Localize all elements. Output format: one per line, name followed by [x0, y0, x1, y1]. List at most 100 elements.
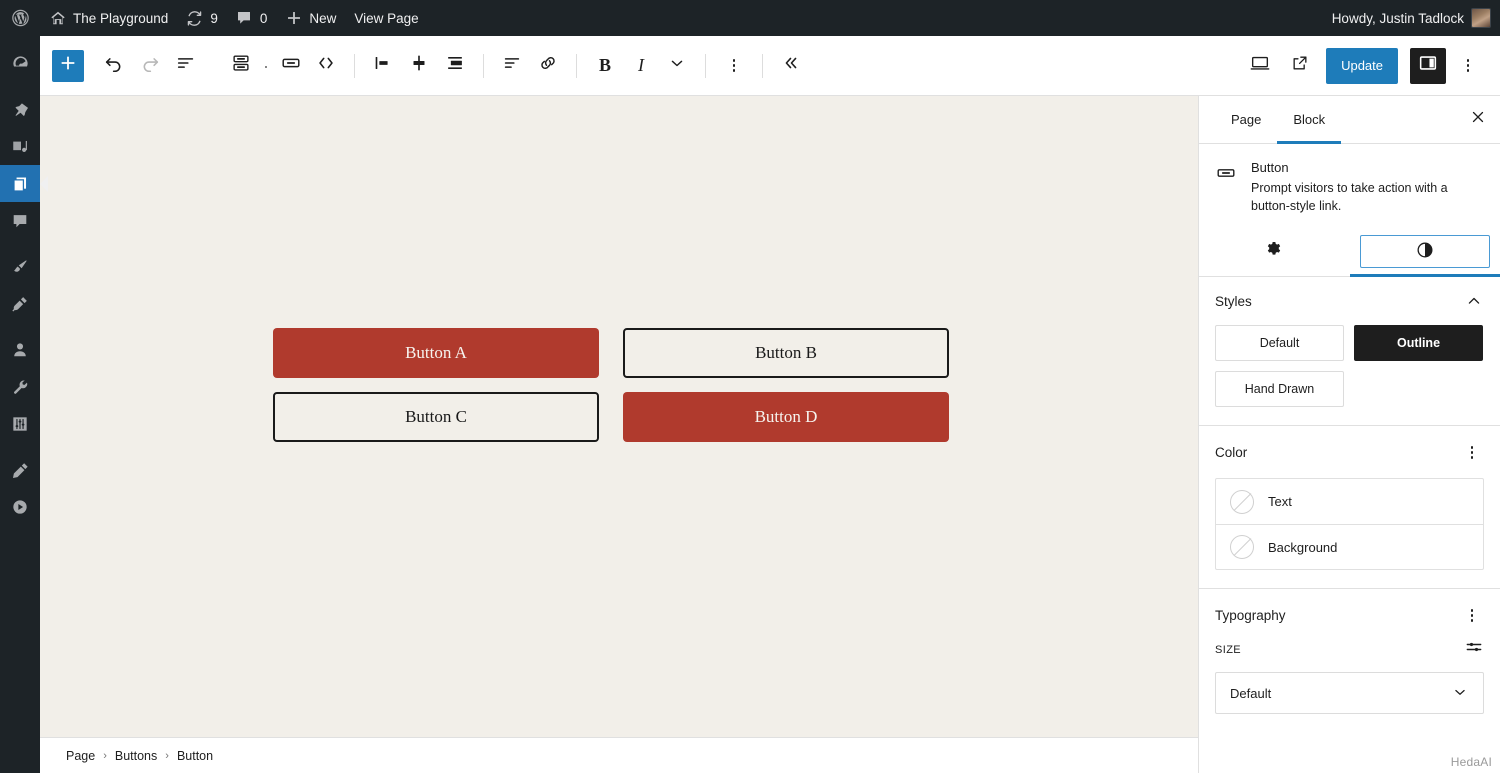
style-variation-default[interactable]: Default [1215, 325, 1344, 361]
chevron-up-icon[interactable] [1464, 291, 1484, 311]
plug-icon [11, 295, 29, 313]
editor-canvas[interactable]: Button A Button B Button C Button D [40, 96, 1198, 773]
color-row-text[interactable]: Text [1216, 479, 1483, 524]
menu-spacer [0, 322, 40, 331]
site-name-button[interactable]: The Playground [40, 0, 177, 36]
link-icon [537, 52, 559, 79]
block-card-text: Button Prompt visitors to take action wi… [1251, 160, 1484, 215]
parent-block-button[interactable] [224, 48, 258, 84]
toolbar-divider [354, 54, 355, 78]
breadcrumb-item-buttons[interactable]: Buttons [115, 749, 157, 763]
align-center-button[interactable] [401, 48, 437, 84]
color-options-button[interactable] [1460, 440, 1484, 464]
wordpress-logo-icon [12, 10, 29, 27]
button-block-c[interactable]: Button C [273, 392, 599, 442]
tab-settings[interactable] [1199, 229, 1350, 276]
view-external-button[interactable] [1282, 48, 1318, 84]
collapse-toolbar-button[interactable] [773, 48, 809, 84]
device-preview-button[interactable] [1242, 48, 1278, 84]
block-type-button[interactable] [274, 48, 308, 84]
block-editor: · [40, 36, 1500, 773]
font-size-select[interactable]: Default [1215, 672, 1484, 714]
color-row-background[interactable]: Background [1216, 524, 1483, 569]
sidebar-item-tools[interactable] [0, 368, 40, 405]
tab-styles[interactable] [1350, 229, 1500, 276]
sidebar-item-posts[interactable] [0, 91, 40, 128]
view-page-button[interactable]: View Page [345, 0, 427, 36]
list-view-button[interactable] [168, 48, 204, 84]
button-label: Button D [755, 407, 818, 427]
comments-button[interactable]: 0 [227, 0, 277, 36]
tab-page-label: Page [1231, 112, 1261, 127]
buttons-block[interactable]: Button A Button B Button C Button D [273, 328, 949, 442]
color-row-label: Background [1268, 540, 1337, 555]
pencil-icon [11, 461, 29, 479]
breadcrumb-item-page[interactable]: Page [66, 749, 95, 763]
button-block-d[interactable]: Button D [623, 392, 949, 442]
account-menu[interactable]: Howdy, Justin Tadlock [1323, 0, 1500, 36]
gear-icon [1264, 240, 1284, 265]
toolbar-dot-separator: · [258, 57, 274, 75]
breadcrumb-item-button[interactable]: Button [177, 749, 213, 763]
button-block-b[interactable]: Button B [623, 328, 949, 378]
redo-button[interactable] [132, 48, 168, 84]
sidebar-item-media[interactable] [0, 128, 40, 165]
text-align-icon [501, 52, 523, 79]
tab-block[interactable]: Block [1277, 96, 1341, 143]
howdy-label: Howdy, Justin Tadlock [1332, 11, 1464, 26]
styles-section-header: Styles [1215, 291, 1484, 311]
align-left-button[interactable] [365, 48, 401, 84]
angle-brackets-icon [315, 52, 337, 79]
align-center-icon [408, 52, 430, 79]
typography-options-button[interactable] [1460, 603, 1484, 627]
button-label: Button A [405, 343, 467, 363]
paintbrush-icon [11, 258, 29, 276]
sidebar-item-comments[interactable] [0, 202, 40, 239]
sidebar-item-users[interactable] [0, 331, 40, 368]
style-variation-outline[interactable]: Outline [1354, 325, 1483, 361]
comment-icon [11, 212, 29, 230]
pin-icon [11, 101, 29, 119]
block-card: Button Prompt visitors to take action wi… [1199, 144, 1500, 229]
sidebar-panel-icon [1417, 52, 1439, 79]
link-button[interactable] [530, 48, 566, 84]
align-right-button[interactable] [437, 48, 473, 84]
sliders-icon[interactable] [1464, 637, 1484, 662]
color-swatch-none-icon [1230, 490, 1254, 514]
text-align-button[interactable] [494, 48, 530, 84]
block-options-button[interactable] [716, 48, 752, 84]
sidebar-item-editor[interactable] [0, 451, 40, 488]
settings-sidebar-toggle-button[interactable] [1410, 48, 1446, 84]
undo-button[interactable] [96, 48, 132, 84]
sidebar-item-player[interactable] [0, 488, 40, 525]
toolbar-divider [483, 54, 484, 78]
sidebar-item-pages[interactable] [0, 165, 40, 202]
drag-handle-button[interactable] [308, 48, 344, 84]
sidebar-tabs: Page Block [1199, 96, 1500, 144]
color-swatch-none-icon [1230, 535, 1254, 559]
toolbar-divider [705, 54, 706, 78]
more-formats-button[interactable] [659, 48, 695, 84]
button-block-icon [280, 52, 302, 79]
sidebar-item-plugins[interactable] [0, 285, 40, 322]
sidebar-item-dashboard[interactable] [0, 45, 40, 82]
wordpress-logo-button[interactable] [0, 0, 40, 36]
plus-icon [285, 10, 302, 27]
bold-button[interactable]: B [587, 48, 623, 84]
block-inserter-button[interactable] [52, 50, 84, 82]
breadcrumb-separator: › [165, 750, 169, 762]
sidebar-item-appearance[interactable] [0, 248, 40, 285]
tab-page[interactable]: Page [1215, 96, 1277, 143]
new-content-button[interactable]: New [276, 0, 345, 36]
align-left-icon [372, 52, 394, 79]
sidebar-item-settings[interactable] [0, 405, 40, 442]
italic-button[interactable]: I [623, 48, 659, 84]
updates-button[interactable]: 9 [177, 0, 227, 36]
typography-section-title: Typography [1215, 608, 1286, 623]
update-button[interactable]: Update [1326, 48, 1398, 84]
editor-more-options-button[interactable] [1450, 48, 1486, 84]
button-block-a[interactable]: Button A [273, 328, 599, 378]
menu-spacer [0, 442, 40, 451]
close-sidebar-button[interactable] [1456, 96, 1500, 143]
style-variation-hand-drawn[interactable]: Hand Drawn [1215, 371, 1344, 407]
